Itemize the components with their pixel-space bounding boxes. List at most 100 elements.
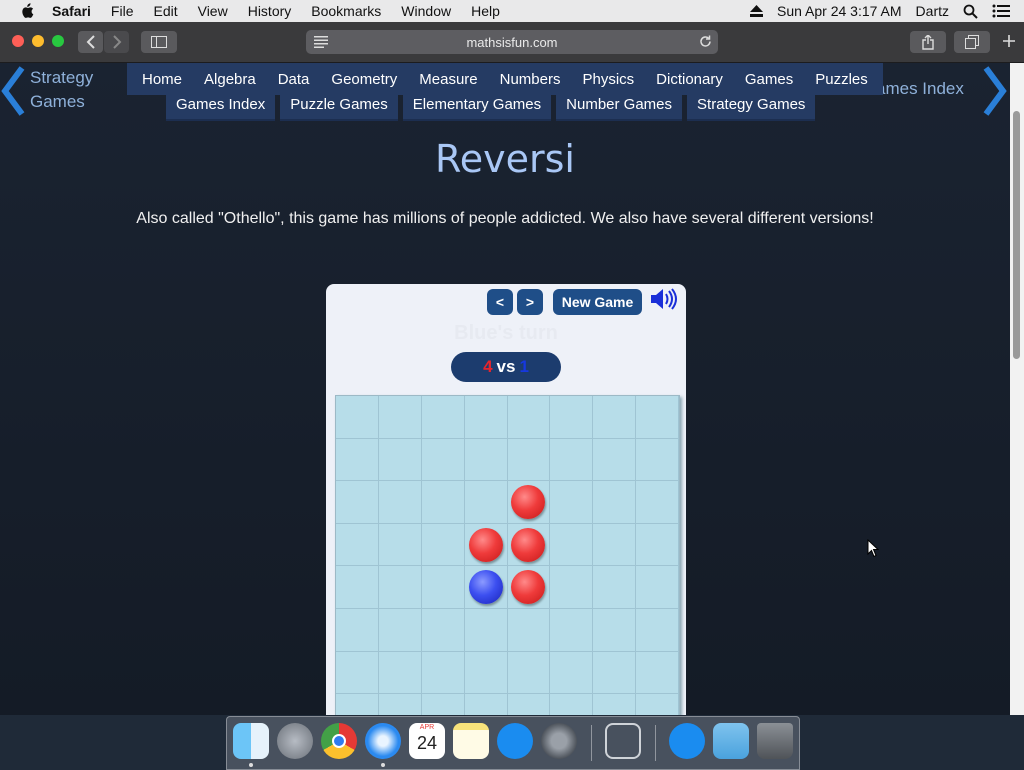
next-page-arrow-icon[interactable] bbox=[982, 65, 1008, 117]
board-cell[interactable] bbox=[464, 523, 508, 567]
board-cell[interactable] bbox=[464, 438, 508, 482]
eject-icon[interactable] bbox=[750, 5, 764, 17]
board-cell[interactable] bbox=[593, 481, 637, 524]
board-cell[interactable] bbox=[378, 651, 422, 695]
nav-games[interactable]: Games bbox=[734, 71, 804, 88]
board-cell[interactable] bbox=[464, 651, 508, 695]
board-cell[interactable] bbox=[550, 694, 594, 715]
board-cell[interactable] bbox=[336, 438, 379, 482]
board-cell[interactable] bbox=[550, 608, 594, 652]
board-cell[interactable] bbox=[464, 608, 508, 652]
menu-file[interactable]: File bbox=[111, 3, 134, 19]
board-cell[interactable] bbox=[336, 566, 379, 609]
board-cell[interactable] bbox=[421, 608, 465, 652]
board-cell[interactable] bbox=[421, 396, 465, 439]
board-cell[interactable] bbox=[378, 566, 422, 609]
finder-icon[interactable] bbox=[233, 723, 269, 759]
previous-page-link-line1[interactable]: Strategy bbox=[30, 66, 93, 90]
board-cell[interactable] bbox=[636, 566, 679, 609]
menu-help[interactable]: Help bbox=[471, 3, 500, 19]
nav-dictionary[interactable]: Dictionary bbox=[645, 71, 734, 88]
spotlight-search-icon[interactable] bbox=[963, 4, 978, 19]
page-scrollbar[interactable] bbox=[1010, 63, 1024, 715]
nav-measure[interactable]: Measure bbox=[408, 71, 488, 88]
menu-bookmarks[interactable]: Bookmarks bbox=[311, 3, 381, 19]
subnav-strategy-games[interactable]: Strategy Games bbox=[687, 93, 816, 121]
board-cell[interactable] bbox=[336, 694, 379, 715]
previous-page-link-line2[interactable]: Games bbox=[30, 90, 93, 114]
apple-icon[interactable] bbox=[20, 3, 38, 19]
board-cell[interactable] bbox=[507, 438, 551, 482]
board-cell[interactable] bbox=[336, 396, 379, 439]
board-cell[interactable] bbox=[507, 566, 551, 609]
board-cell[interactable] bbox=[464, 481, 508, 524]
menu-view[interactable]: View bbox=[198, 3, 228, 19]
board-cell[interactable] bbox=[336, 651, 379, 695]
board-cell[interactable] bbox=[378, 481, 422, 524]
board-cell[interactable] bbox=[378, 396, 422, 439]
board-cell[interactable] bbox=[508, 694, 551, 715]
subnav-number-games[interactable]: Number Games bbox=[556, 93, 683, 121]
previous-page-link[interactable]: Strategy Games bbox=[30, 66, 93, 114]
board-cell[interactable] bbox=[464, 396, 508, 439]
board-cell[interactable] bbox=[336, 523, 379, 567]
nav-geometry[interactable]: Geometry bbox=[320, 71, 408, 88]
board-cell[interactable] bbox=[593, 694, 637, 715]
board-cell[interactable] bbox=[550, 651, 594, 695]
board-cell[interactable] bbox=[636, 481, 679, 524]
menu-edit[interactable]: Edit bbox=[153, 3, 177, 19]
board-cell[interactable] bbox=[593, 651, 637, 695]
nav-home[interactable]: Home bbox=[131, 71, 193, 88]
board-cell[interactable] bbox=[550, 396, 594, 439]
board-cell[interactable] bbox=[421, 566, 465, 609]
nav-numbers[interactable]: Numbers bbox=[489, 71, 572, 88]
board-cell[interactable] bbox=[378, 438, 422, 482]
redo-button[interactable]: > bbox=[517, 289, 543, 315]
nav-puzzles[interactable]: Puzzles bbox=[804, 71, 879, 88]
board-cell[interactable] bbox=[593, 523, 637, 567]
minimize-window-button[interactable] bbox=[32, 35, 44, 47]
calendar-icon[interactable]: APR 24 bbox=[409, 723, 445, 759]
nav-algebra[interactable]: Algebra bbox=[193, 71, 267, 88]
board-cell[interactable] bbox=[507, 396, 551, 439]
undo-button[interactable]: < bbox=[487, 289, 513, 315]
board-cell[interactable] bbox=[378, 608, 422, 652]
url-text[interactable]: mathsisfun.com bbox=[466, 35, 557, 50]
board-cell[interactable] bbox=[550, 566, 594, 609]
reader-icon[interactable] bbox=[314, 36, 328, 51]
subnav-puzzle-games[interactable]: Puzzle Games bbox=[280, 93, 398, 121]
address-bar[interactable]: mathsisfun.com bbox=[306, 30, 718, 54]
nav-data[interactable]: Data bbox=[267, 71, 321, 88]
sound-toggle-icon[interactable] bbox=[650, 288, 678, 310]
chrome-icon[interactable] bbox=[321, 723, 357, 759]
board-cell[interactable] bbox=[422, 694, 465, 715]
board-cell[interactable] bbox=[550, 481, 594, 524]
board-cell[interactable] bbox=[421, 438, 465, 482]
board-cell[interactable] bbox=[593, 566, 637, 609]
board-cell[interactable] bbox=[378, 523, 422, 567]
launchpad-icon[interactable] bbox=[277, 723, 313, 759]
board-cell[interactable] bbox=[507, 608, 551, 652]
share-button[interactable] bbox=[910, 31, 946, 53]
tab-overview-button[interactable] bbox=[954, 31, 990, 53]
downloads-folder-icon[interactable] bbox=[713, 723, 749, 759]
board-cell[interactable] bbox=[421, 523, 465, 567]
board-cell[interactable] bbox=[593, 438, 637, 482]
notes-icon[interactable] bbox=[453, 723, 489, 759]
board-cell[interactable] bbox=[550, 438, 594, 482]
forward-button[interactable] bbox=[104, 31, 129, 53]
next-page-link[interactable]: ames Index bbox=[876, 77, 964, 101]
board-cell[interactable] bbox=[464, 566, 508, 609]
board-cell[interactable] bbox=[636, 651, 679, 695]
board-cell[interactable] bbox=[507, 651, 551, 695]
menu-window[interactable]: Window bbox=[401, 3, 451, 19]
menu-history[interactable]: History bbox=[248, 3, 292, 19]
board-cell[interactable] bbox=[593, 396, 637, 439]
board-cell[interactable] bbox=[636, 438, 679, 482]
nav-physics[interactable]: Physics bbox=[571, 71, 645, 88]
board-cell[interactable] bbox=[379, 694, 422, 715]
clock[interactable]: Sun Apr 24 3:17 AM bbox=[777, 3, 902, 19]
board-cell[interactable] bbox=[421, 481, 465, 524]
new-game-button[interactable]: New Game bbox=[553, 289, 642, 315]
reload-icon[interactable] bbox=[699, 35, 712, 51]
